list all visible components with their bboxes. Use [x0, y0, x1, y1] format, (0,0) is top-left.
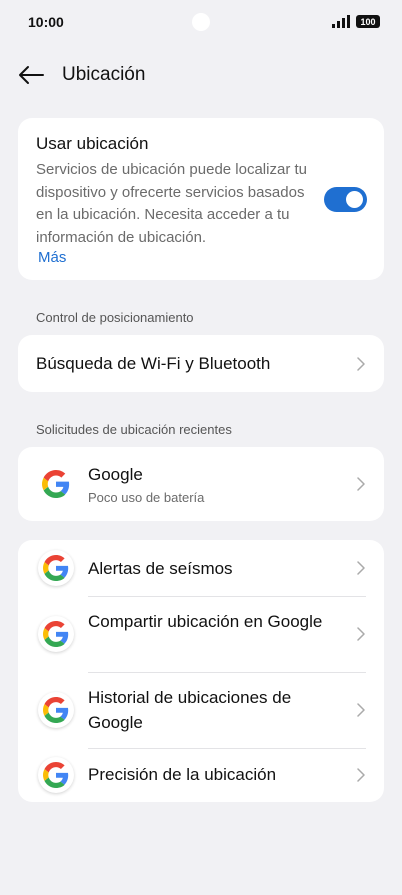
- header: Ubicación: [0, 56, 402, 96]
- wifi-bluetooth-label: Búsqueda de Wi-Fi y Bluetooth: [36, 354, 271, 373]
- list-item-location-accuracy[interactable]: Precisión de la ubicación: [18, 749, 384, 802]
- battery-icon: 100: [356, 15, 380, 28]
- list-item-earthquake-alerts[interactable]: Alertas de seísmos: [18, 540, 384, 596]
- google-logo-icon: [38, 692, 74, 728]
- page-title: Ubicación: [62, 64, 146, 85]
- chevron-right-icon: [357, 768, 365, 782]
- list-item-label: Historial de ubicaciones de Google: [88, 688, 292, 732]
- battery-level: 100: [360, 16, 376, 27]
- use-location-description: Servicios de ubicación puede localizar t…: [36, 161, 307, 246]
- recent-request-title: Google: [88, 465, 143, 484]
- status-bar: 10:00 100: [0, 0, 402, 44]
- chevron-right-icon: [357, 703, 365, 717]
- section-label-recent-requests: Solicitudes de ubicación recientes: [36, 422, 232, 437]
- camera-cutout: [192, 13, 210, 31]
- google-logo-icon: [38, 757, 74, 793]
- chevron-right-icon: [357, 357, 365, 371]
- section-label-positioning: Control de posicionamiento: [36, 310, 194, 325]
- recent-request-google[interactable]: Google Poco uso de batería: [18, 447, 384, 521]
- back-arrow-icon[interactable]: [18, 65, 44, 85]
- list-item-location-history[interactable]: Historial de ubicaciones de Google: [18, 673, 384, 748]
- google-logo-icon: [38, 466, 74, 502]
- location-services-list: Alertas de seísmos Compartir ubicación e…: [18, 540, 384, 802]
- signal-icon: [332, 15, 350, 28]
- list-item-label: Compartir ubicación en Google: [88, 612, 323, 631]
- toggle-knob: [346, 191, 363, 208]
- google-logo-icon: [38, 616, 74, 652]
- recent-request-subtitle: Poco uso de batería: [88, 490, 205, 505]
- chevron-right-icon: [357, 477, 365, 491]
- use-location-title: Usar ubicación: [36, 134, 149, 153]
- more-link[interactable]: Más: [38, 249, 66, 266]
- list-item-share-location[interactable]: Compartir ubicación en Google: [18, 597, 384, 672]
- chevron-right-icon: [357, 561, 365, 575]
- list-item-label: Precisión de la ubicación: [88, 765, 277, 784]
- chevron-right-icon: [357, 627, 365, 641]
- use-location-toggle[interactable]: [324, 187, 367, 212]
- google-logo-icon: [38, 550, 74, 586]
- use-location-card: Usar ubicación Servicios de ubicación pu…: [18, 118, 384, 280]
- wifi-bluetooth-scanning-item[interactable]: Búsqueda de Wi-Fi y Bluetooth: [18, 335, 384, 392]
- status-time: 10:00: [28, 14, 64, 30]
- list-item-label: Alertas de seísmos: [88, 559, 233, 578]
